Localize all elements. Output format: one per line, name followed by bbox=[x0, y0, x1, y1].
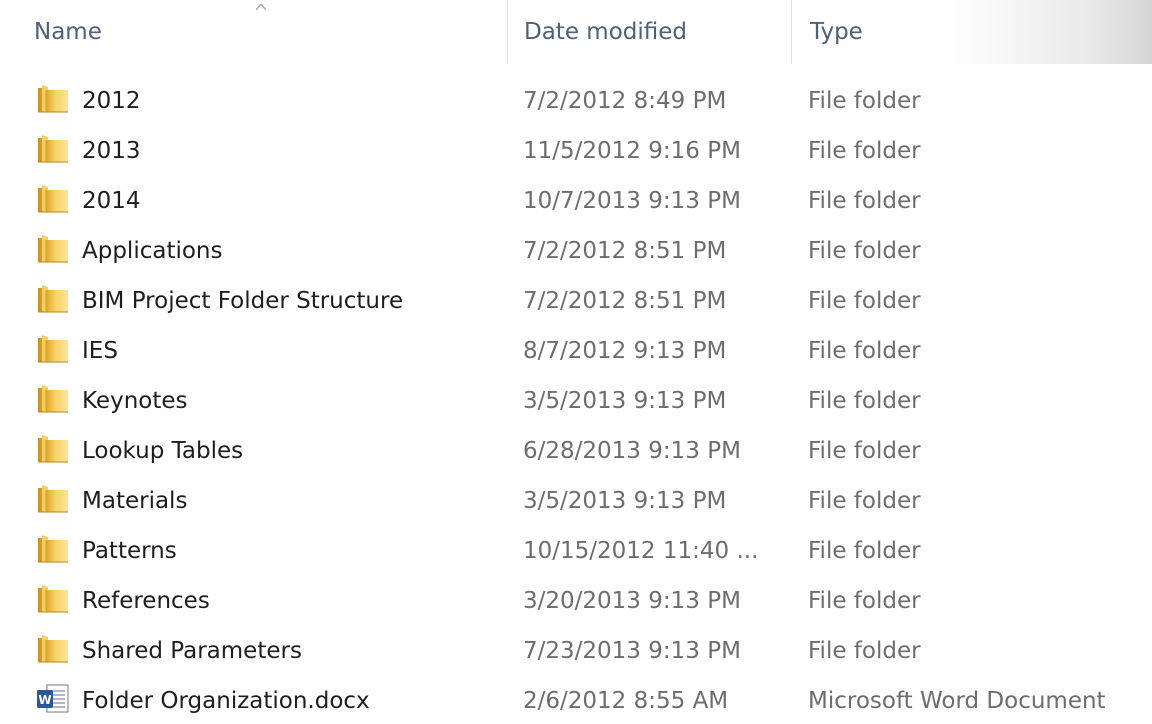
folder-icon bbox=[36, 234, 70, 264]
file-list-item[interactable]: 2012 7/2/2012 8:49 PM File folder bbox=[0, 76, 1152, 126]
item-type: File folder bbox=[808, 538, 921, 564]
item-date-modified: 7/2/2012 8:51 PM bbox=[523, 238, 727, 264]
item-type: File folder bbox=[808, 638, 921, 664]
item-date-modified: 7/23/2013 9:13 PM bbox=[523, 638, 741, 664]
file-list-item[interactable]: BIM Project Folder Structure 7/2/2012 8:5… bbox=[0, 276, 1152, 326]
file-explorer-list: Name Date modified Type 2012 7/2/2012 8:4… bbox=[0, 0, 1152, 724]
item-type: File folder bbox=[808, 188, 921, 214]
word-document-icon: W bbox=[36, 684, 70, 714]
column-header-bar: Name Date modified Type bbox=[0, 0, 1152, 64]
folder-icon bbox=[36, 484, 70, 514]
item-type: Microsoft Word Document bbox=[808, 688, 1106, 714]
file-list-item[interactable]: Applications 7/2/2012 8:51 PM File folder bbox=[0, 226, 1152, 276]
item-date-modified: 10/15/2012 11:40 ... bbox=[523, 538, 759, 564]
item-date-modified: 11/5/2012 9:16 PM bbox=[523, 138, 741, 164]
folder-icon bbox=[36, 384, 70, 414]
folder-icon bbox=[36, 534, 70, 564]
item-type: File folder bbox=[808, 238, 921, 264]
column-divider[interactable] bbox=[507, 0, 508, 64]
folder-icon bbox=[36, 284, 70, 314]
item-name: References bbox=[82, 588, 210, 614]
item-date-modified: 3/20/2013 9:13 PM bbox=[523, 588, 741, 614]
column-divider[interactable] bbox=[791, 0, 792, 64]
item-type: File folder bbox=[808, 138, 921, 164]
file-list: 2012 7/2/2012 8:49 PM File folder 2013 11/5… bbox=[0, 76, 1152, 724]
folder-icon bbox=[36, 634, 70, 664]
folder-icon bbox=[36, 584, 70, 614]
column-header-type[interactable]: Type bbox=[810, 0, 1150, 64]
item-date-modified: 7/2/2012 8:49 PM bbox=[523, 88, 727, 114]
folder-icon bbox=[36, 434, 70, 464]
item-name: Shared Parameters bbox=[82, 638, 302, 664]
item-type: File folder bbox=[808, 488, 921, 514]
item-name: BIM Project Folder Structure bbox=[82, 288, 404, 314]
item-type: File folder bbox=[808, 338, 921, 364]
file-list-item[interactable]: Materials 3/5/2013 9:13 PM File folder bbox=[0, 476, 1152, 526]
file-list-item[interactable]: 2014 10/7/2013 9:13 PM File folder bbox=[0, 176, 1152, 226]
item-name: 2013 bbox=[82, 138, 141, 164]
folder-icon bbox=[36, 184, 70, 214]
sort-up-icon bbox=[256, 4, 266, 10]
item-name: Applications bbox=[82, 238, 223, 264]
item-name: Keynotes bbox=[82, 388, 188, 414]
item-name: 2014 bbox=[82, 188, 141, 214]
item-date-modified: 8/7/2012 9:13 PM bbox=[523, 338, 727, 364]
file-list-item[interactable]: IES 8/7/2012 9:13 PM File folder bbox=[0, 326, 1152, 376]
file-list-item[interactable]: W Folder Organization.docx 2/6/2012 8:55 … bbox=[0, 676, 1152, 724]
item-type: File folder bbox=[808, 438, 921, 464]
file-list-item[interactable]: Patterns 10/15/2012 11:40 ... File folder bbox=[0, 526, 1152, 576]
item-date-modified: 3/5/2013 9:13 PM bbox=[523, 488, 727, 514]
column-header-name[interactable]: Name bbox=[34, 0, 504, 64]
column-header-date-modified[interactable]: Date modified bbox=[524, 0, 786, 64]
folder-icon bbox=[36, 84, 70, 114]
item-date-modified: 10/7/2013 9:13 PM bbox=[523, 188, 741, 214]
item-name: Patterns bbox=[82, 538, 177, 564]
item-date-modified: 2/6/2012 8:55 AM bbox=[523, 688, 729, 714]
item-name: Lookup Tables bbox=[82, 438, 244, 464]
file-list-item[interactable]: Lookup Tables 6/28/2013 9:13 PM File folde… bbox=[0, 426, 1152, 476]
file-list-item[interactable]: 2013 11/5/2012 9:16 PM File folder bbox=[0, 126, 1152, 176]
item-type: File folder bbox=[808, 388, 921, 414]
item-type: File folder bbox=[808, 288, 921, 314]
item-type: File folder bbox=[808, 588, 921, 614]
item-type: File folder bbox=[808, 88, 921, 114]
svg-text:W: W bbox=[38, 693, 51, 707]
item-name: Materials bbox=[82, 488, 188, 514]
file-list-item[interactable]: Shared Parameters 7/23/2013 9:13 PM File f… bbox=[0, 626, 1152, 676]
item-name: IES bbox=[82, 338, 118, 364]
folder-icon bbox=[36, 134, 70, 164]
item-date-modified: 3/5/2013 9:13 PM bbox=[523, 388, 727, 414]
file-list-item[interactable]: Keynotes 3/5/2013 9:13 PM File folder bbox=[0, 376, 1152, 426]
item-date-modified: 6/28/2013 9:13 PM bbox=[523, 438, 741, 464]
item-name: Folder Organization.docx bbox=[82, 688, 370, 714]
item-date-modified: 7/2/2012 8:51 PM bbox=[523, 288, 727, 314]
file-list-item[interactable]: References 3/20/2013 9:13 PM File folder bbox=[0, 576, 1152, 626]
folder-icon bbox=[36, 334, 70, 364]
item-name: 2012 bbox=[82, 88, 141, 114]
